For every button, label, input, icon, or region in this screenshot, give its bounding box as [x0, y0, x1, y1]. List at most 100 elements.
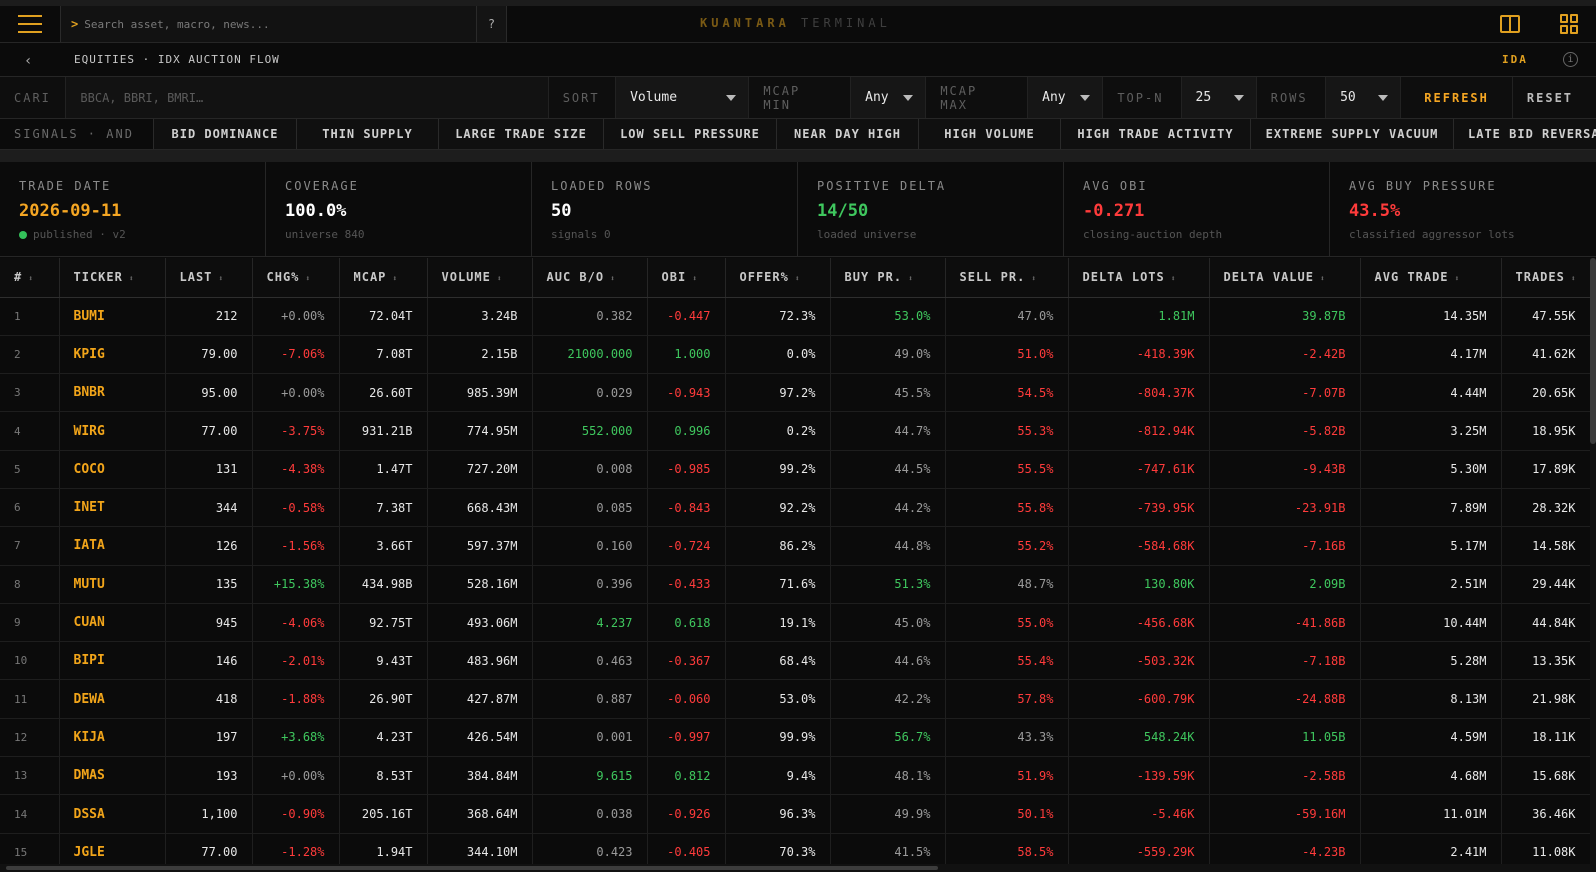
ticker-search[interactable]: [66, 77, 549, 118]
column-header[interactable]: OBI ⬍: [647, 258, 726, 298]
sort-icon[interactable]: ⬍: [1171, 274, 1177, 283]
topn-select[interactable]: 25: [1181, 77, 1257, 118]
sort-icon[interactable]: ⬍: [305, 274, 311, 283]
stat-value: 50: [551, 201, 572, 221]
table-row[interactable]: 4 WIRG 77.00 -3.75% 931.21B 774.95M 552.000 0.9…: [0, 411, 1590, 451]
sort-icon[interactable]: ⬍: [218, 274, 224, 283]
sort-icon[interactable]: ⬍: [497, 274, 503, 283]
cell-ticker[interactable]: WIRG: [59, 411, 166, 451]
cell-ticker[interactable]: DEWA: [59, 679, 166, 719]
cell-ticker[interactable]: KPIG: [59, 335, 166, 375]
vertical-scrollbar[interactable]: [1590, 258, 1596, 864]
column-header[interactable]: OFFER% ⬍: [725, 258, 831, 298]
cell-ticker[interactable]: DSSA: [59, 794, 166, 834]
chevron-down-icon: [726, 94, 737, 101]
signal-chip-late-bid-reversal[interactable]: LATE BID REVERSAL: [1454, 119, 1596, 149]
cell-ticker[interactable]: JGLE: [59, 833, 166, 864]
table-row[interactable]: 6 INET 344 -0.58% 7.38T 668.43M 0.085 -0.843 92.…: [0, 488, 1590, 528]
mcap-min-select[interactable]: Any: [851, 77, 927, 118]
table-row[interactable]: 2 KPIG 79.00 -7.06% 7.08T 2.15B 21000.000 1.000…: [0, 335, 1590, 375]
refresh-button[interactable]: REFRESH: [1401, 77, 1513, 118]
reset-button[interactable]: RESET: [1513, 77, 1596, 118]
sort-select[interactable]: Volume: [616, 77, 750, 118]
table-row[interactable]: 12 KIJA 197 +3.68% 4.23T 426.54M 0.001 -0.997 99…: [0, 718, 1590, 758]
table-row[interactable]: 8 MUTU 135 +15.38% 434.98B 528.16M 0.396 -0.433…: [0, 565, 1590, 604]
cell-ticker[interactable]: CUAN: [59, 603, 166, 643]
back-icon[interactable]: ‹: [24, 53, 32, 69]
cell-ticker[interactable]: BUMI: [59, 297, 166, 336]
column-header[interactable]: MCAP ⬍: [339, 258, 428, 298]
column-header[interactable]: LAST ⬍: [165, 258, 253, 298]
table-row[interactable]: 7 IATA 126 -1.56% 3.66T 597.37M 0.160 -0.724 86.…: [0, 526, 1590, 566]
ticker-search-input[interactable]: [80, 90, 521, 105]
column-header[interactable]: AVG TRADE ⬍: [1360, 258, 1502, 298]
table-row[interactable]: 1 BUMI 212 +0.00% 72.04T 3.24B 0.382 -0.447 72.3…: [0, 297, 1590, 336]
sort-icon[interactable]: ⬍: [1320, 274, 1326, 283]
table-row[interactable]: 13 DMAS 193 +0.00% 8.53T 384.84M 9.615 0.812 9.4…: [0, 756, 1590, 796]
signal-chip-low-sell-pressure[interactable]: LOW SELL PRESSURE: [604, 119, 777, 149]
global-search-input[interactable]: [84, 17, 445, 31]
table-row[interactable]: 11 DEWA 418 -1.88% 26.90T 427.87M 0.887 -0.060 5…: [0, 679, 1590, 719]
horizontal-scrollbar[interactable]: [0, 864, 1596, 872]
signal-chip-bid-dominance[interactable]: BID DOMINANCE: [154, 119, 297, 149]
chevron-down-icon: [1378, 94, 1389, 101]
column-header[interactable]: CHG% ⬍: [252, 258, 340, 298]
cell-auc: 0.008: [532, 450, 648, 489]
divider: [0, 150, 1596, 162]
column-header[interactable]: VOLUME ⬍: [427, 258, 533, 298]
cell-ticker[interactable]: BIPI: [59, 641, 166, 681]
cell-ticker[interactable]: DMAS: [59, 756, 166, 796]
table-row[interactable]: 3 BNBR 95.00 +0.00% 26.60T 985.39M 0.029 -0.943…: [0, 373, 1590, 413]
cell-ticker[interactable]: COCO: [59, 450, 166, 489]
cell-ticker[interactable]: KIJA: [59, 718, 166, 758]
sort-icon[interactable]: ⬍: [1571, 274, 1577, 283]
table-row[interactable]: 9 CUAN 945 -4.06% 92.75T 493.06M 4.237 0.618 19.…: [0, 603, 1590, 643]
cell-offer: 86.2%: [725, 526, 831, 566]
table-row[interactable]: 5 COCO 131 -4.38% 1.47T 727.20M 0.008 -0.985 99.…: [0, 450, 1590, 489]
split-layout-icon[interactable]: [1500, 15, 1520, 33]
sort-icon[interactable]: ⬍: [1455, 274, 1461, 283]
grid-layout-icon[interactable]: [1560, 14, 1580, 34]
column-header[interactable]: # ⬍: [0, 258, 60, 298]
column-header[interactable]: SELL PR. ⬍: [945, 258, 1069, 298]
scroll-thumb[interactable]: [6, 866, 938, 870]
column-header[interactable]: TICKER ⬍: [59, 258, 166, 298]
sort-icon[interactable]: ⬍: [1031, 274, 1037, 283]
mcap-max-select[interactable]: Any: [1028, 77, 1104, 118]
rows-select[interactable]: 50: [1326, 77, 1402, 118]
signal-chip-extreme-supply-vacuum[interactable]: EXTREME SUPPLY VACUUM: [1251, 119, 1454, 149]
sort-icon[interactable]: ⬍: [392, 274, 398, 283]
signal-chip-large-trade-size[interactable]: LARGE TRADE SIZE: [439, 119, 604, 149]
sort-icon[interactable]: ⬍: [795, 274, 801, 283]
sort-icon[interactable]: ⬍: [908, 274, 914, 283]
scroll-thumb[interactable]: [1590, 258, 1596, 444]
cell-auc: 552.000: [532, 411, 648, 451]
sort-icon[interactable]: ⬍: [129, 274, 135, 283]
global-search[interactable]: >: [60, 6, 477, 42]
cell-ticker[interactable]: BNBR: [59, 373, 166, 413]
table-row[interactable]: 14 DSSA 1,100 -0.90% 205.16T 368.64M 0.038 -0.9…: [0, 794, 1590, 834]
column-header[interactable]: AUC B/O ⬍: [532, 258, 648, 298]
cell-offer: 99.2%: [725, 450, 831, 489]
column-header[interactable]: DELTA LOTS ⬍: [1068, 258, 1210, 298]
signal-chip-high-volume[interactable]: HIGH VOLUME: [919, 119, 1061, 149]
help-button[interactable]: ?: [477, 6, 507, 42]
module-badge[interactable]: IDA: [1502, 53, 1528, 66]
menu-icon[interactable]: [18, 15, 42, 33]
signal-chip-near-day-high[interactable]: NEAR DAY HIGH: [777, 119, 919, 149]
cell-ticker[interactable]: IATA: [59, 526, 166, 566]
table-row[interactable]: 15 JGLE 77.00 -1.28% 1.94T 344.10M 0.423 -0.405…: [0, 833, 1590, 864]
column-header[interactable]: BUY PR. ⬍: [830, 258, 946, 298]
table-row[interactable]: 10 BIPI 146 -2.01% 9.43T 483.96M 0.463 -0.367 68…: [0, 641, 1590, 681]
sort-icon[interactable]: ⬍: [28, 274, 34, 283]
signal-chip-thin-supply[interactable]: THIN SUPPLY: [297, 119, 439, 149]
column-header[interactable]: DELTA VALUE ⬍: [1209, 258, 1361, 298]
cell-mcap: 26.90T: [339, 679, 428, 719]
cell-ticker[interactable]: MUTU: [59, 565, 166, 604]
column-header[interactable]: TRADES ⬍: [1501, 258, 1590, 298]
cell-ticker[interactable]: INET: [59, 488, 166, 528]
sort-icon[interactable]: ⬍: [610, 274, 616, 283]
info-icon[interactable]: i: [1563, 52, 1578, 67]
sort-icon[interactable]: ⬍: [692, 274, 698, 283]
signal-chip-high-trade-activity[interactable]: HIGH TRADE ACTIVITY: [1061, 119, 1251, 149]
